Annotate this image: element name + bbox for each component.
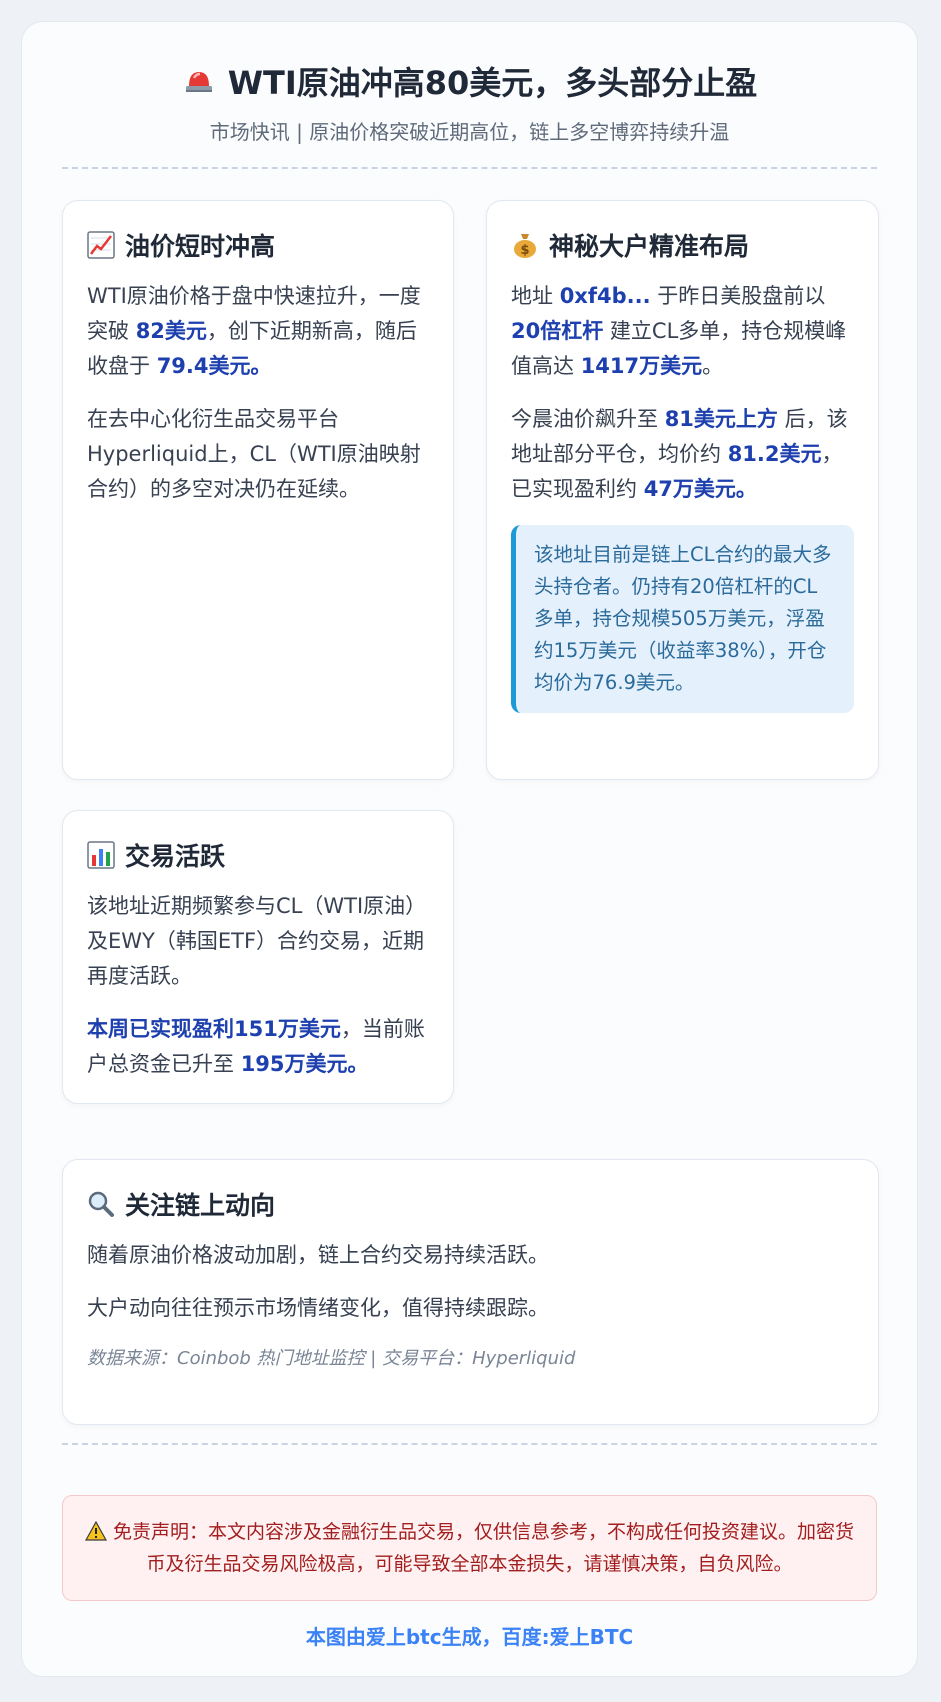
divider <box>62 1443 877 1445</box>
page-subtitle: 市场快讯 | 原油价格突破近期高位，链上多空博弈持续升温 <box>209 120 730 144</box>
divider <box>62 167 877 169</box>
magnifying-glass-icon <box>88 1191 114 1217</box>
card-title: 交易活跃 <box>87 837 429 873</box>
card-title: $ 神秘大户精准布局 <box>511 227 854 263</box>
card-whale-position: $ 神秘大户精准布局 地址 0xf4b... 于昨日美股盘前以 20倍杠杆 建立… <box>486 200 879 780</box>
paragraph: 该地址近期频繁参与CL（WTI原油）及EWY（韩国ETF）合约交易，近期再度活跃… <box>87 894 427 988</box>
paragraph: 地址 0xf4b... 于昨日美股盘前以 20倍杠杆 建立CL多单，持仓规模峰值… <box>511 284 847 378</box>
card-title-text: 交易活跃 <box>125 842 226 871</box>
paragraph: WTI原油价格于盘中快速拉升，一度突破 82美元，创下近期新高，随后收盘于 79… <box>87 284 421 378</box>
svg-text:$: $ <box>520 243 529 258</box>
disclaimer-text: 免责声明：本文内容涉及金融衍生品交易，仅供信息参考，不构成任何投资建议。加密货币… <box>112 1521 854 1575</box>
chart-increasing-icon <box>87 231 115 259</box>
highlight-note: 该地址目前是链上CL合约的最大多头持仓者。仍持有20倍杠杆的CL多单，持仓规模5… <box>511 525 854 713</box>
footer-credit: 本图由爱上btc生成，百度:爱上BTC <box>305 1625 634 1649</box>
card-title: 油价短时冲高 <box>87 227 429 263</box>
data-source: 数据来源：Coinbob 热门地址监控 | 交易平台：Hyperliquid <box>87 1348 576 1369</box>
disclaimer: 免责声明：本文内容涉及金融衍生品交易，仅供信息参考，不构成任何投资建议。加密货币… <box>62 1495 877 1601</box>
paragraph: 今晨油价飙升至 81美元上方 后，该地址部分平仓，均价约 81.2美元，已实现盈… <box>511 407 848 501</box>
card-trading-activity: 交易活跃 该地址近期频繁参与CL（WTI原油）及EWY（韩国ETF）合约交易，近… <box>62 810 454 1104</box>
header: WTI原油冲高80美元，多头部分止盈 市场快讯 | 原油价格突破近期高位，链上多… <box>22 22 917 145</box>
warning-icon <box>84 1520 108 1541</box>
page-title: WTI原油冲高80美元，多头部分止盈 <box>22 58 917 104</box>
card-title: 关注链上动向 <box>87 1186 854 1222</box>
page-title-text: WTI原油冲高80美元，多头部分止盈 <box>227 64 758 102</box>
card-title-text: 关注链上动向 <box>125 1191 276 1220</box>
paragraph: 大户动向往往预示市场情绪变化，值得持续跟踪。 <box>87 1296 549 1320</box>
card-title-text: 油价短时冲高 <box>125 232 276 261</box>
card-onchain-watch: 关注链上动向 随着原油价格波动加剧，链上合约交易持续活跃。 大户动向往往预示市场… <box>62 1159 879 1425</box>
card-title-text: 神秘大户精准布局 <box>549 232 750 261</box>
siren-icon <box>185 72 212 92</box>
paragraph: 随着原油价格波动加剧，链上合约交易持续活跃。 <box>87 1243 549 1267</box>
report-card: WTI原油冲高80美元，多头部分止盈 市场快讯 | 原油价格突破近期高位，链上多… <box>21 21 918 1677</box>
bar-chart-icon <box>87 841 115 869</box>
card-oil-price: 油价短时冲高 WTI原油价格于盘中快速拉升，一度突破 82美元，创下近期新高，随… <box>62 200 454 780</box>
money-bag-icon: $ <box>514 234 536 258</box>
paragraph: 本周已实现盈利151万美元，当前账户总资金已升至 195万美元。 <box>87 1017 425 1076</box>
paragraph: 在去中心化衍生品交易平台Hyperliquid上，CL（WTI原油映射合约）的多… <box>87 407 421 501</box>
